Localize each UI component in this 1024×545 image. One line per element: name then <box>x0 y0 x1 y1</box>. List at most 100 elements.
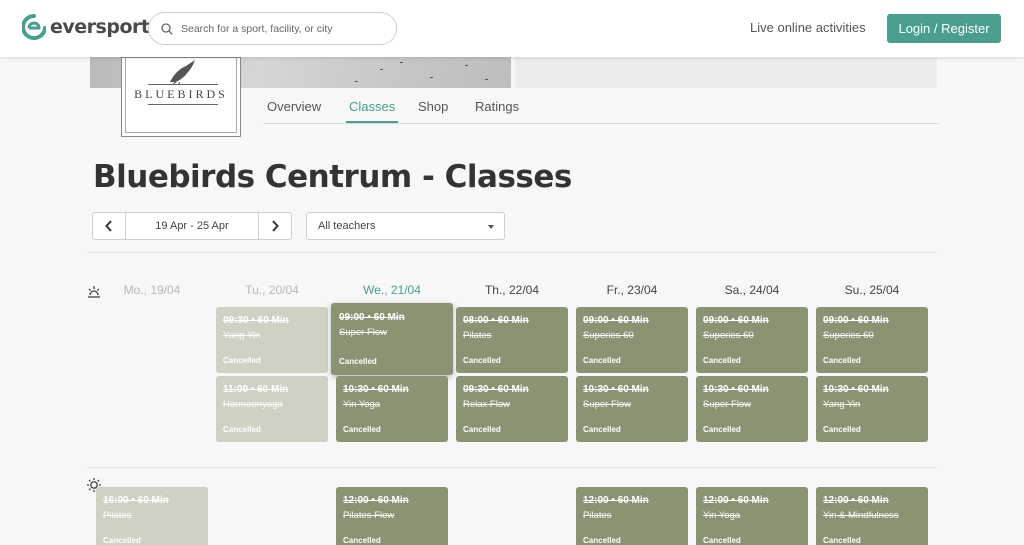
next-week-button[interactable] <box>258 213 291 239</box>
status-badge: Cancelled <box>583 536 621 545</box>
class-session-card[interactable]: 10:30 • 60 Min Super Flow Cancelled <box>576 376 688 442</box>
status-badge: Cancelled <box>463 425 501 434</box>
status-badge: Cancelled <box>823 536 861 545</box>
session-time: 10:30 • 60 Min <box>703 384 769 395</box>
session-name: Hormoonyoga <box>223 399 283 410</box>
venue-logo-text: BLUEBIRDS <box>134 87 228 101</box>
divider <box>87 252 937 253</box>
session-name: Superies 60 <box>583 330 634 341</box>
class-session-card[interactable]: 10:30 • 60 Min Yin Yoga Cancelled <box>336 376 448 442</box>
search-icon <box>161 22 173 35</box>
class-session-card[interactable]: 09:30 • 60 Min Relax Flow Cancelled <box>456 376 568 442</box>
session-name: Super Flow <box>583 399 632 410</box>
session-name: Pilates <box>583 510 612 521</box>
status-badge: Cancelled <box>583 425 621 434</box>
tab-ratings[interactable]: Ratings <box>475 99 519 123</box>
session-time: 12:00 • 60 Min <box>703 495 769 506</box>
status-badge: Cancelled <box>343 425 381 434</box>
session-time: 08:00 • 60 Min <box>463 315 529 326</box>
page-title: Bluebirds Centrum - Classes <box>93 159 572 195</box>
status-badge: Cancelled <box>223 356 261 365</box>
status-badge: Cancelled <box>823 425 861 434</box>
class-session-card[interactable]: 09:00 • 60 Min Superies 60 Cancelled <box>816 307 928 373</box>
day-header: Mo., 19/04 <box>123 283 181 297</box>
venue-tabs: Overview Classes Shop Ratings <box>263 98 939 124</box>
status-badge: Cancelled <box>583 356 621 365</box>
session-time: 16:00 • 60 Min <box>103 495 169 506</box>
session-time: 12:00 • 60 Min <box>343 495 409 506</box>
day-header: Su., 25/04 <box>844 283 900 297</box>
session-time: 09:00 • 60 Min <box>583 315 649 326</box>
class-session-card[interactable]: 10:30 • 60 Min Yang Yin Cancelled <box>816 376 928 442</box>
session-time: 10:30 • 60 Min <box>823 384 889 395</box>
session-name: Pilates <box>103 510 132 521</box>
session-time: 09:00 • 60 Min <box>703 315 769 326</box>
session-name: Yin & Mindfulness <box>823 510 899 521</box>
status-badge: Cancelled <box>103 536 141 545</box>
status-badge: Cancelled <box>703 536 741 545</box>
class-session-card[interactable]: 12:00 • 60 Min Yin & Mindfulness Cancelled <box>816 487 928 545</box>
top-header: eversports Live online activities Login … <box>0 0 1024 57</box>
search-input[interactable] <box>181 22 381 35</box>
eversports-logo-icon <box>22 14 46 40</box>
login-register-button[interactable]: Login / Register <box>887 14 1001 43</box>
class-session-card[interactable]: 12:00 • 60 Min Pilates Cancelled <box>576 487 688 545</box>
teacher-filter-value: All teachers <box>318 220 376 232</box>
bird-icon <box>170 60 195 86</box>
status-badge: Cancelled <box>343 536 381 545</box>
session-time: 09:00 • 60 Min <box>823 315 889 326</box>
class-session-card[interactable]: 10:30 • 60 Min Super Flow Cancelled <box>696 376 808 442</box>
session-name: Superies 60 <box>703 330 754 341</box>
class-session-card[interactable]: 08:00 • 60 Min Pilates Cancelled <box>456 307 568 373</box>
class-session-card[interactable]: 12:00 • 60 Min Pilates Flow Cancelled <box>336 487 448 545</box>
teacher-filter-select[interactable]: All teachers <box>306 212 505 240</box>
session-time: 10:30 • 60 Min <box>343 384 409 395</box>
status-badge: Cancelled <box>703 425 741 434</box>
brand-name: eversports <box>50 16 161 38</box>
week-range: 19 Apr - 25 Apr <box>155 220 229 232</box>
class-session-card[interactable]: 12:00 • 60 Min Yin Yoga Cancelled <box>696 487 808 545</box>
session-time: 09:30 • 60 Min <box>223 315 289 326</box>
day-header: Fr., 23/04 <box>606 283 658 297</box>
previous-week-button[interactable] <box>93 213 126 239</box>
status-badge: Cancelled <box>339 357 377 366</box>
brand-logo[interactable]: eversports <box>22 14 161 40</box>
class-session-card[interactable]: 09:00 • 60 Min Superies 60 Cancelled <box>696 307 808 373</box>
session-name: Superies 60 <box>823 330 874 341</box>
week-navigator: 19 Apr - 25 Apr <box>92 212 292 240</box>
day-header: Tu., 20/04 <box>245 283 299 297</box>
class-session-card[interactable]: 09:30 • 60 Min Yang Yin Cancelled <box>216 307 328 373</box>
session-name: Yin Yoga <box>343 399 381 410</box>
class-session-card[interactable]: 11:00 • 60 Min Hormoonyoga Cancelled <box>216 376 328 442</box>
session-time: 12:00 • 60 Min <box>823 495 889 506</box>
day-header: We., 21/04 <box>363 283 421 297</box>
day-header: Th., 22/04 <box>484 283 540 297</box>
status-badge: Cancelled <box>823 356 861 365</box>
session-name: Yang Yin <box>223 330 261 341</box>
session-name: Relax Flow <box>463 399 510 410</box>
session-name: Pilates <box>463 330 492 341</box>
session-name: Pilates Flow <box>343 510 395 521</box>
class-session-card[interactable]: 09:00 • 60 Min Superies 60 Cancelled <box>576 307 688 373</box>
venue-cover-placeholder <box>515 57 937 88</box>
caret-down-icon <box>488 225 494 229</box>
chevron-right-icon <box>272 220 279 232</box>
tab-overview[interactable]: Overview <box>267 99 321 123</box>
session-time: 11:00 • 60 Min <box>223 384 289 395</box>
status-badge: Cancelled <box>463 356 501 365</box>
session-name: Super Flow <box>703 399 752 410</box>
tab-shop[interactable]: Shop <box>418 99 448 123</box>
tab-classes[interactable]: Classes <box>346 99 399 123</box>
status-badge: Cancelled <box>703 356 741 365</box>
class-session-card[interactable]: 09:00 • 60 Min Super Flow Cancelled <box>331 303 453 375</box>
live-online-activities-link[interactable]: Live online activities <box>750 20 866 35</box>
session-time: 10:30 • 60 Min <box>583 384 649 395</box>
class-session-card[interactable]: 16:00 • 60 Min Pilates Cancelled <box>96 487 208 545</box>
venue-logo: BLUEBIRDS <box>121 57 241 137</box>
session-time: 09:00 • 60 Min <box>339 312 405 323</box>
day-header: Sa., 24/04 <box>724 283 780 297</box>
session-name: Super Flow <box>339 327 388 338</box>
status-badge: Cancelled <box>223 425 261 434</box>
chevron-left-icon <box>105 220 112 232</box>
search-box[interactable] <box>148 12 397 45</box>
